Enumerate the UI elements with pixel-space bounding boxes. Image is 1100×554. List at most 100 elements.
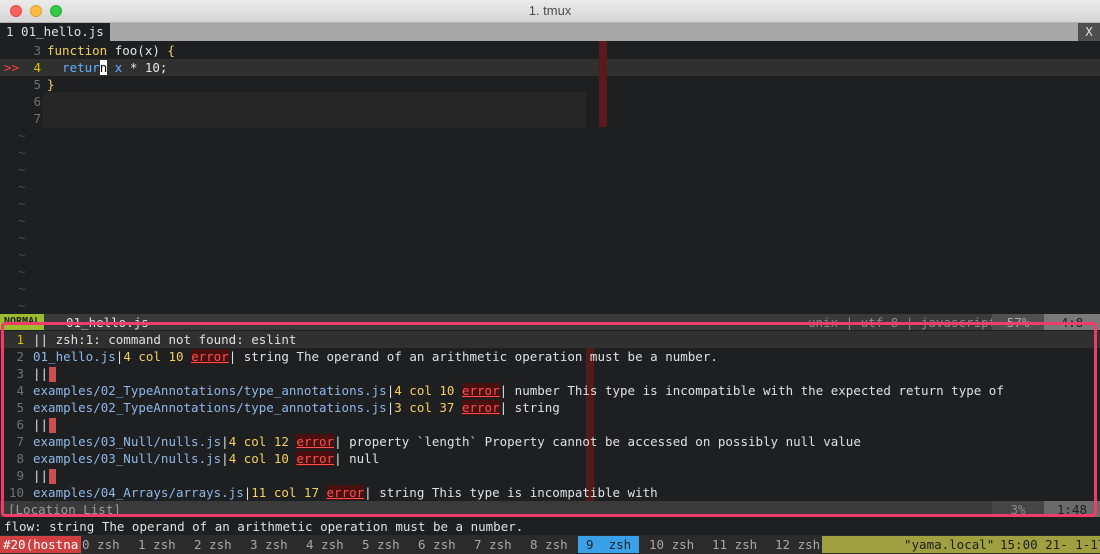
tmux-window-1[interactable]: 1 zsh (138, 536, 176, 553)
file-path: examples/03_Null/nulls.js (33, 451, 222, 466)
error-type-label: error (296, 451, 335, 466)
tmux-window-9[interactable]: 9 zsh (578, 536, 640, 553)
message-text: | null (334, 451, 380, 466)
tmux-window-5[interactable]: 5 zsh (362, 536, 400, 553)
message-text: | number This type is incompatible with … (499, 383, 1004, 398)
trailing-whitespace-marker (49, 469, 57, 484)
code-token: foo(x) (114, 43, 168, 58)
vim-command-line[interactable]: flow: string The operand of an arithmeti… (4, 518, 523, 535)
location-list-text: || (33, 416, 57, 433)
location-list-text: examples/04_Arrays/arrays.js|11 col 17 e… (33, 484, 658, 501)
line-col: 3 col 37 (394, 400, 462, 415)
location-list-item[interactable]: 9 || (0, 467, 1100, 484)
statusline-position: 4:8 (1044, 314, 1100, 330)
empty-line-tilde: ~ (18, 247, 26, 262)
file-path: examples/02_TypeAnnotations/type_annotat… (33, 400, 387, 415)
empty-line-tilde: ~ (18, 162, 26, 177)
location-list-label: [Location List] (8, 502, 121, 517)
file-path: examples/04_Arrays/arrays.js (33, 485, 244, 500)
tmux-window-11[interactable]: 11 zsh (712, 536, 757, 553)
tab-01-hello-js[interactable]: 1 01_hello.js (0, 23, 110, 41)
file-path: examples/02_TypeAnnotations/type_annotat… (33, 383, 387, 398)
location-list-item[interactable]: 6 || (0, 416, 1100, 433)
terminal-window: 1. tmux 1 01_hello.js X 3 function foo(x)… (0, 0, 1100, 554)
location-list-number: 7 (16, 434, 24, 449)
code-text: function foo(x) { (47, 42, 175, 59)
empty-line-tilde: ~ (18, 298, 26, 313)
message-text: | string (499, 400, 560, 415)
tmux-window-4[interactable]: 4 zsh (306, 536, 344, 553)
location-list-number: 8 (16, 451, 24, 466)
location-list-window[interactable]: 1 || zsh:1: command not found: eslint 2 01_… (0, 331, 1100, 501)
tmux-window-2[interactable]: 2 zsh (194, 536, 232, 553)
location-list-item[interactable]: 5 examples/02_TypeAnnotations/type_annota… (0, 399, 1100, 416)
message-text: | string This type is incompatible with (364, 485, 658, 500)
location-list-text: examples/03_Null/nulls.js|4 col 12 error… (33, 433, 861, 450)
line-col: 11 col 17 (251, 485, 327, 500)
mode-indicator: NORMAL (0, 314, 45, 330)
location-list-text: || zsh:1: command not found: eslint (33, 331, 296, 348)
trailing-whitespace-marker (49, 367, 57, 382)
tmux-window-7[interactable]: 7 zsh (474, 536, 512, 553)
code-line: >> 4 return x * 10; (0, 59, 1100, 76)
statusline-fileinfo: unix | utf-8 | javascript (808, 315, 997, 330)
line-col: 4 col 10 (123, 349, 192, 364)
line-number: 4 (33, 60, 41, 75)
tab-close-button[interactable]: X (1078, 23, 1100, 41)
location-list-number: 4 (16, 383, 24, 398)
empty-entry-marker: || (33, 366, 49, 381)
location-list-number: 3 (16, 366, 24, 381)
error-type-label: error (191, 349, 229, 364)
tmux-window-0[interactable]: 0 zsh (82, 536, 120, 553)
error-type-label: error (326, 485, 365, 500)
location-list-item[interactable]: 2 01_hello.js|4 col 10 error| string The … (0, 348, 1100, 365)
file-path: examples/03_Null/nulls.js (33, 434, 222, 449)
tmux-window-12[interactable]: 12 zsh (775, 536, 820, 553)
inactive-area-shade (43, 92, 586, 128)
location-list-item[interactable]: 3 || (0, 365, 1100, 382)
empty-line-tilde: ~ (18, 264, 26, 279)
location-list-number: 5 (16, 400, 24, 415)
tmux-status-right: "yama.local" 15:00 21- 1-17 (822, 536, 1100, 553)
statusline-filename: 01_hello.js (66, 315, 149, 330)
location-list-text: 01_hello.js|4 col 10 error| string The o… (33, 348, 718, 365)
code-token: } (47, 77, 55, 92)
location-list-text: examples/02_TypeAnnotations/type_annotat… (33, 382, 1004, 399)
location-list-text: || (33, 467, 57, 484)
location-list-item[interactable]: 8 examples/03_Null/nulls.js|4 col 10 erro… (0, 450, 1100, 467)
location-list-number: 1 (16, 332, 24, 347)
statusline-percent: 57% (992, 314, 1044, 330)
message-text: | (221, 451, 229, 466)
location-list-percent: 3% (992, 501, 1044, 517)
code-token: retur (62, 60, 100, 75)
error-type-label: error (461, 400, 500, 415)
empty-entry-marker: || (33, 417, 49, 432)
code-line: 5} (0, 76, 1100, 93)
line-number: 5 (33, 77, 41, 92)
location-list-item[interactable]: 10 examples/04_Arrays/arrays.js|11 col 17… (0, 484, 1100, 501)
location-list-number: 10 (8, 485, 24, 500)
line-col: 4 col 10 (394, 383, 462, 398)
tmux-datetime: 15:00 21- 1-17 (1000, 537, 1100, 552)
trailing-whitespace-marker (49, 418, 57, 433)
location-list-number: 2 (16, 349, 24, 364)
location-list-number: 9 (16, 468, 24, 483)
line-col: 4 col 12 (228, 434, 297, 449)
color-column (599, 41, 607, 127)
location-list-item[interactable]: 4 examples/02_TypeAnnotations/type_annota… (0, 382, 1100, 399)
vim-tabline: 1 01_hello.js X (0, 23, 1100, 41)
location-list-number: 6 (16, 417, 24, 432)
location-list-item[interactable]: 7 examples/03_Null/nulls.js|4 col 12 erro… (0, 433, 1100, 450)
tmux-window-10[interactable]: 10 zsh (649, 536, 694, 553)
location-list-text: examples/02_TypeAnnotations/type_annotat… (33, 399, 560, 416)
line-number: 3 (33, 43, 41, 58)
empty-line-tilde: ~ (18, 179, 26, 194)
location-list-position: 1:48 (1044, 501, 1100, 517)
tmux-window-6[interactable]: 6 zsh (418, 536, 456, 553)
tmux-window-8[interactable]: 8 zsh (530, 536, 568, 553)
empty-line-tilde: ~ (18, 281, 26, 296)
location-list-item[interactable]: 1 || zsh:1: command not found: eslint (0, 331, 1100, 348)
empty-line-tilde: ~ (18, 230, 26, 245)
tmux-window-3[interactable]: 3 zsh (250, 536, 288, 553)
location-list-statusline: [Location List] 3% 1:48 (0, 501, 1100, 517)
